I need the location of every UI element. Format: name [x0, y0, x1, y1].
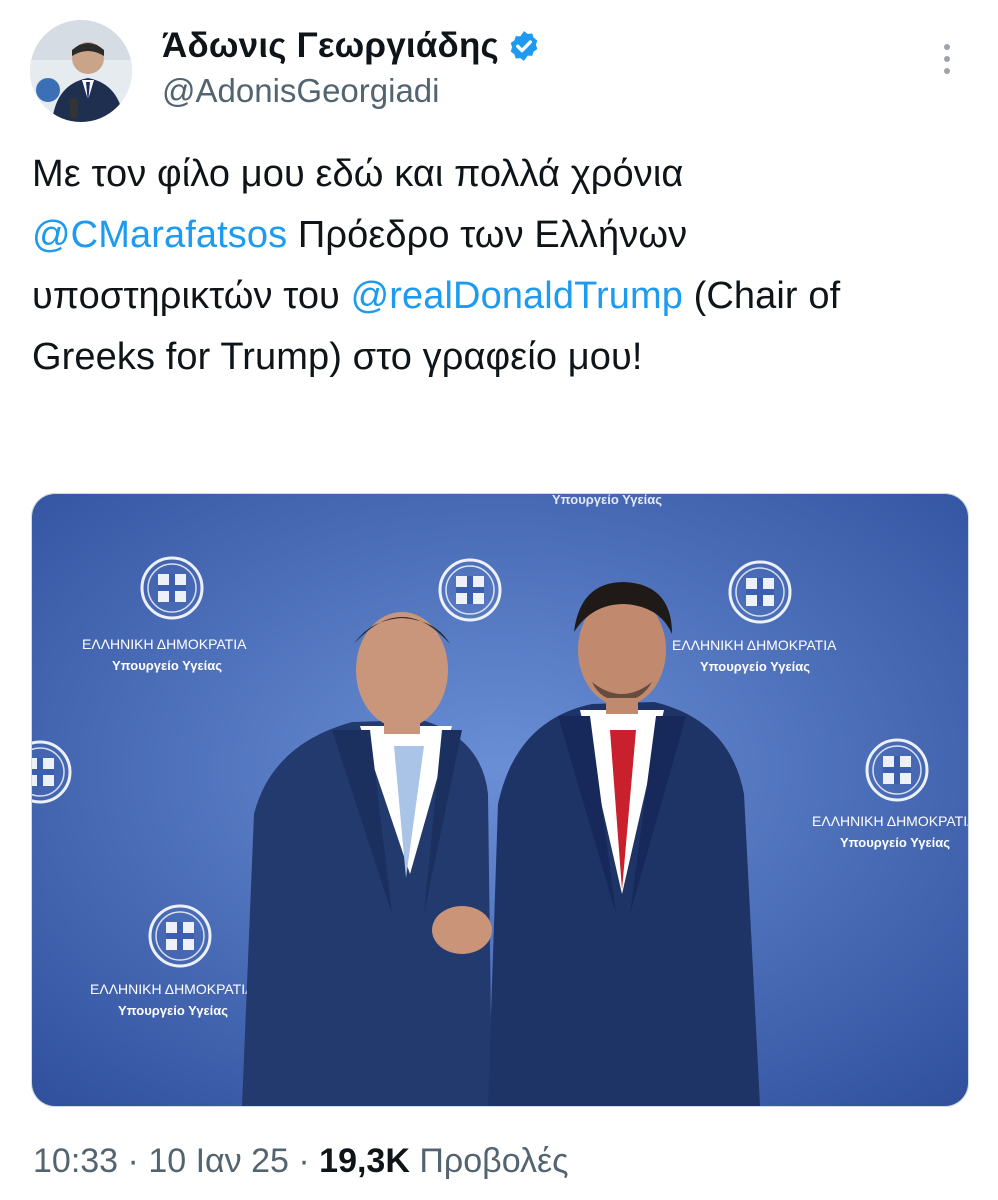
backdrop-text: Υπουργείο Υγείας — [840, 835, 950, 850]
backdrop-text: ΕΛΛΗΝΙΚΗ ΔΗΜΟΚΡΑΤΙΑ — [90, 981, 255, 997]
handshake — [432, 906, 492, 954]
tweet-time[interactable]: 10:33 — [33, 1142, 118, 1180]
verified-badge-icon — [510, 31, 538, 61]
backdrop-text: Υπουργείο Υγείας — [700, 659, 810, 674]
tweet-meta: 10:33 · 10 Ιαν 25 · 19,3K Προβολές — [33, 1142, 569, 1181]
backdrop-text: ΕΛΛΗΝΙΚΗ ΔΗΜΟΚΡΑΤΙΑ — [812, 813, 968, 829]
backdrop-text: Υπουργείο Υγείας — [112, 658, 222, 673]
views-count[interactable]: 19,3K — [319, 1142, 410, 1180]
avatar[interactable] — [30, 20, 132, 122]
backdrop-text: Υπουργείο Υγείας — [118, 1003, 228, 1018]
more-vertical-icon[interactable] — [935, 44, 959, 80]
mention-link-cmarafatsos[interactable]: @CMarafatsos — [32, 214, 287, 256]
author-handle[interactable]: @AdonisGeorgiadi — [162, 72, 541, 110]
tweet-text-segment: Με τον φίλο μου εδώ και πολλά χρόνια — [32, 153, 684, 195]
backdrop-text: ΕΛΛΗΝΙΚΗ ΔΗΜΟΚΡΑΤΙΑ — [82, 636, 247, 652]
views-label: Προβολές — [419, 1142, 569, 1180]
tweet-photo[interactable]: ΕΛΛΗΝΙΚΗ ΔΗΜΟΚΡΑΤΙΑ Υπουργείο Υγείας ΕΛΛ… — [31, 493, 969, 1107]
meta-separator: · — [118, 1142, 149, 1180]
backdrop-text: Υπουργείο Υγείας — [552, 494, 662, 507]
meta-separator: · — [288, 1142, 320, 1180]
display-name-row: Άδωνις Γεωργιάδης — [162, 22, 541, 70]
tweet-text: Με τον φίλο μου εδώ και πολλά χρόνια @CM… — [32, 144, 932, 388]
mention-link-realdonaldtrump[interactable]: @realDonaldTrump — [351, 275, 683, 317]
display-name[interactable]: Άδωνις Γεωργιάδης — [162, 26, 499, 66]
backdrop-text: ΕΛΛΗΝΙΚΗ ΔΗΜΟΚΡΑΤΙΑ — [672, 637, 837, 653]
tweet-date[interactable]: 10 Ιαν 25 — [148, 1142, 289, 1180]
tweet-header: Άδωνις Γεωργιάδης @AdonisGeorgiadi — [0, 0, 998, 140]
author-names: Άδωνις Γεωργιάδης @AdonisGeorgiadi — [162, 22, 541, 110]
